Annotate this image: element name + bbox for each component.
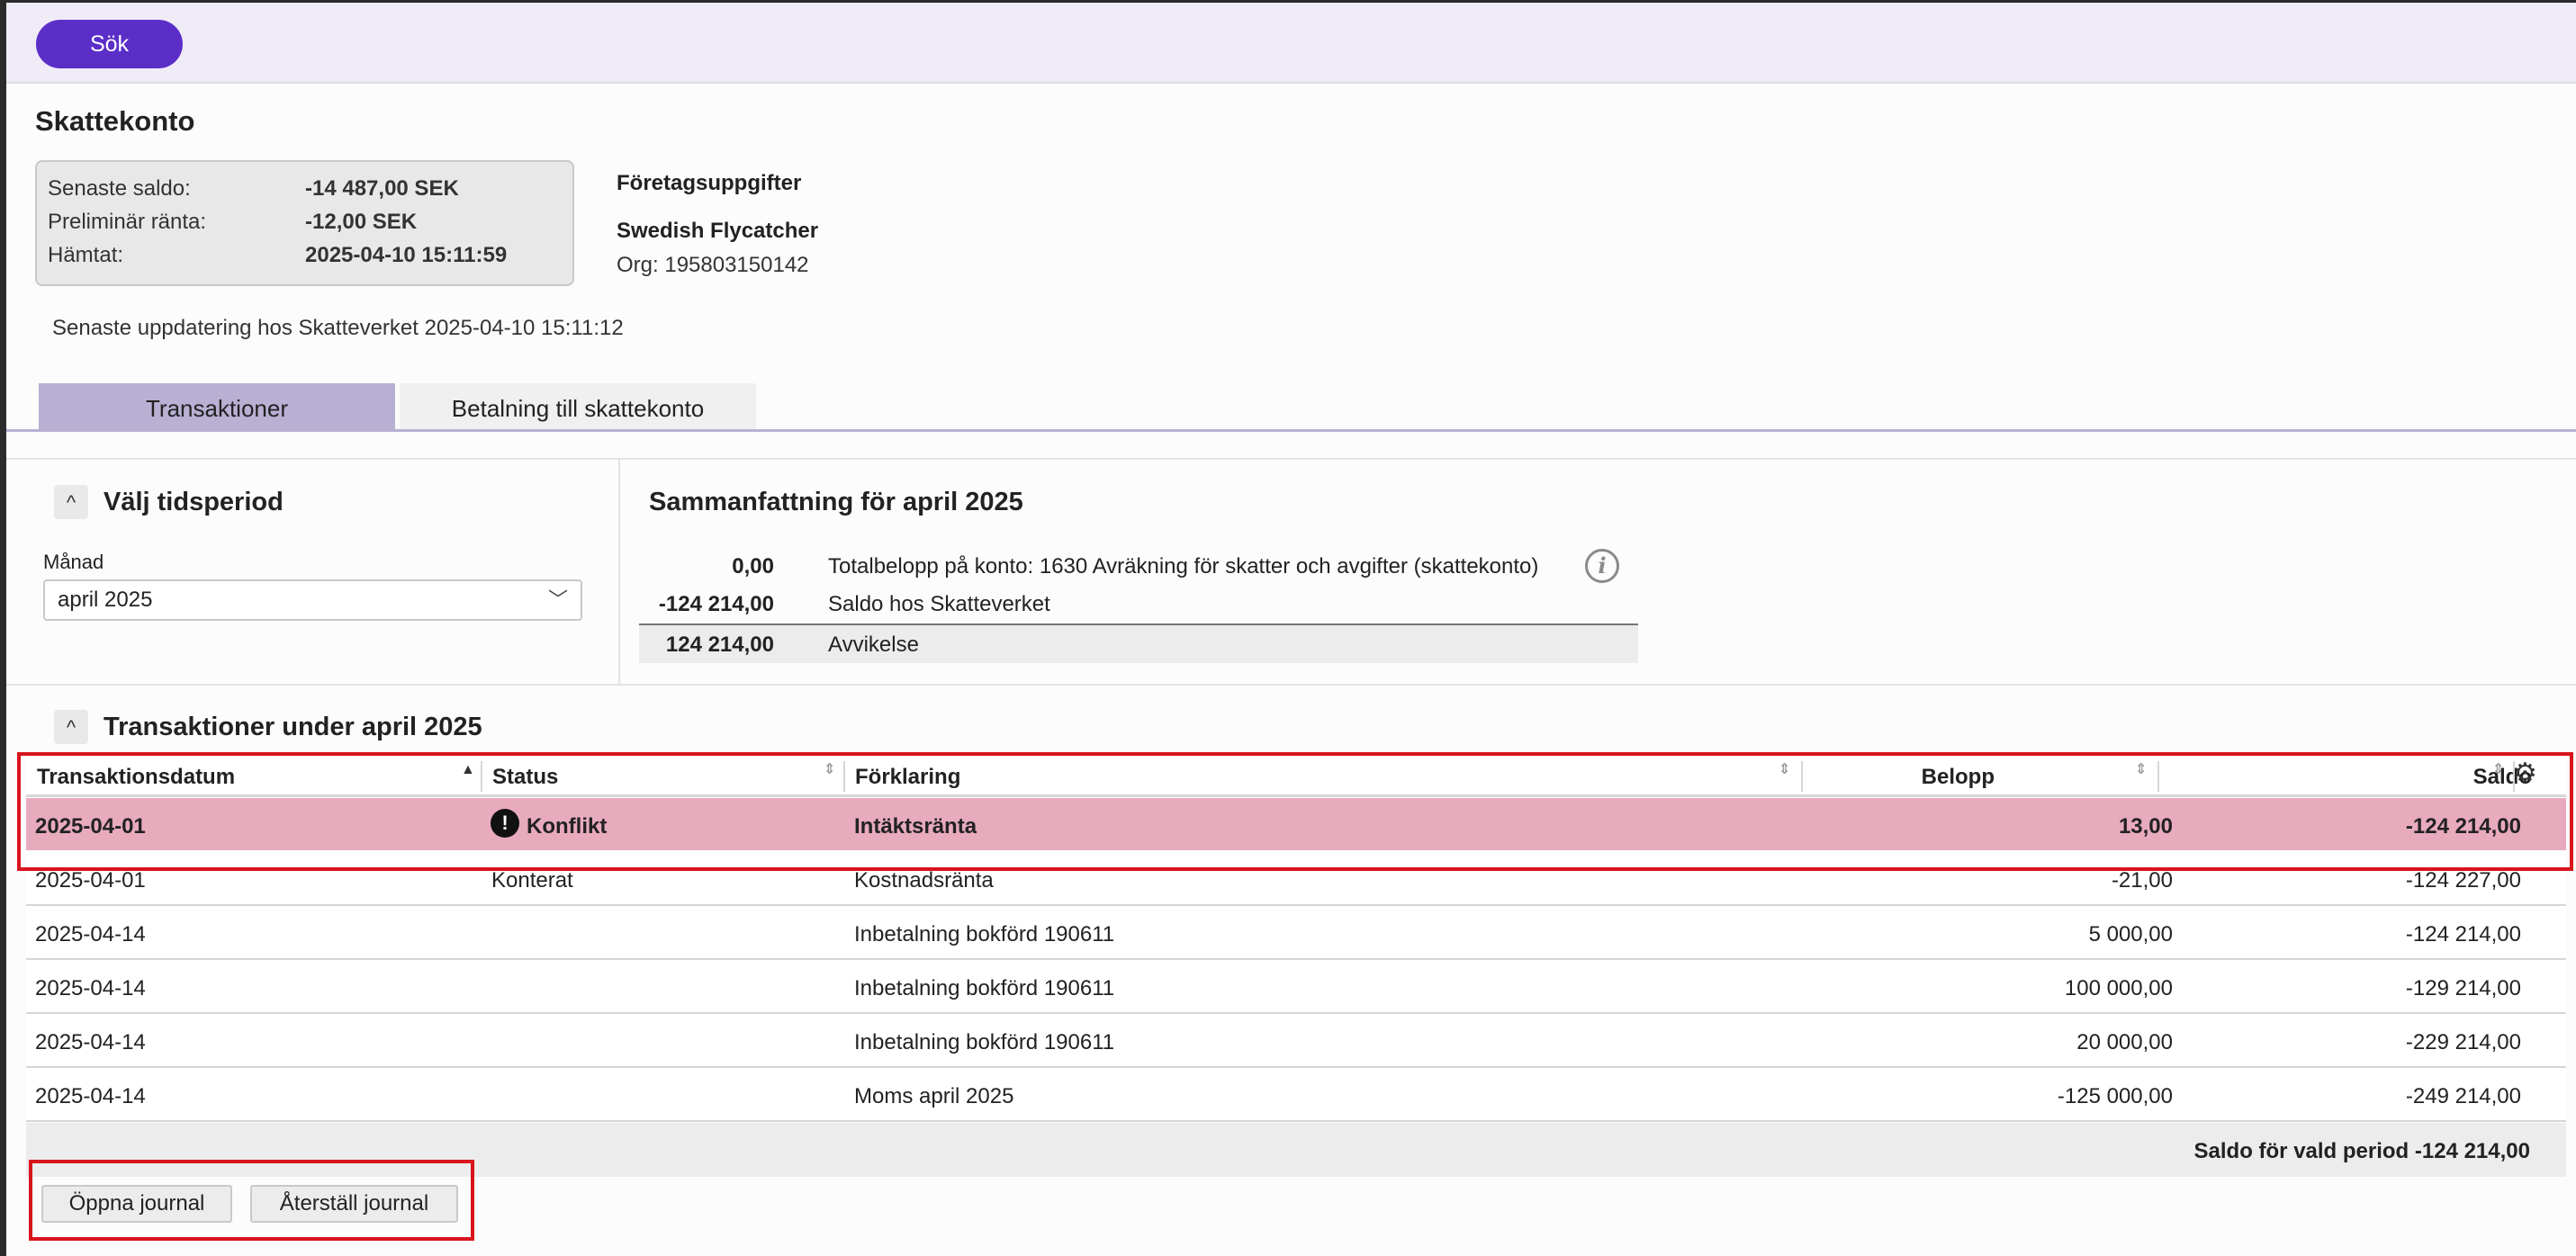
cell-date: 2025-04-14 [35, 1084, 146, 1108]
preliminary-interest-label: Preliminär ränta: [48, 210, 207, 234]
fetched-value: 2025-04-10 15:11:59 [305, 243, 508, 267]
fetched-label: Hämtat: [48, 243, 124, 267]
transactions-title: Transaktioner under april 2025 [104, 713, 482, 741]
cell-date: 2025-04-14 [35, 922, 146, 946]
summary-text: Totalbelopp på konto: 1630 Avräkning för… [828, 554, 1539, 579]
latest-balance-value: -14 487,00 SEK [305, 176, 459, 201]
table-row[interactable]: 2025-04-14 Inbetalning bokförd 190611 5 … [26, 906, 2566, 960]
cell-explanation: Kostnadsränta [854, 868, 994, 893]
tab-underline [6, 429, 2576, 432]
cell-explanation: Inbetalning bokförd 190611 [854, 976, 1115, 1000]
month-value: april 2025 [58, 588, 153, 612]
summary-amount: 0,00 [732, 554, 774, 579]
tab-payment[interactable]: Betalning till skattekonto [400, 383, 756, 430]
column-divider [618, 458, 620, 684]
table-row[interactable]: 2025-04-14 Moms april 2025 -125 000,00 -… [26, 1068, 2566, 1122]
cell-date: 2025-04-14 [35, 976, 146, 1000]
summary-text: Avvikelse [828, 632, 919, 657]
table-row[interactable]: 2025-04-14 Inbetalning bokförd 190611 20… [26, 1014, 2566, 1068]
cell-date: 2025-04-01 [35, 868, 146, 893]
month-label: Månad [43, 551, 104, 573]
window-left-edge [0, 0, 6, 1256]
latest-balance-label: Senaste saldo: [48, 176, 191, 201]
preliminary-interest-value: -12,00 SEK [305, 210, 418, 234]
collapse-transactions-button[interactable]: ^ [54, 710, 88, 744]
section-divider [6, 684, 2576, 686]
period-balance-text: Saldo för vald period -124 214,00 [2193, 1139, 2530, 1163]
summary-text: Saldo hos Skatteverket [828, 592, 1050, 616]
period-title: Välj tidsperiod [104, 488, 284, 516]
summary-row-total: 0,00 Totalbelopp på konto: 1630 Avräknin… [639, 547, 1638, 587]
tab-transactions[interactable]: Transaktioner [39, 383, 395, 430]
cell-date: 2025-04-14 [35, 1030, 146, 1054]
summary-amount: -124 214,00 [658, 592, 774, 616]
section-divider [6, 458, 2576, 460]
account-summary-box: Senaste saldo: -14 487,00 SEK Preliminär… [35, 160, 574, 286]
cell-balance: -249 214,00 [2405, 1084, 2521, 1108]
month-select[interactable]: april 2025 ﹀ [43, 579, 582, 621]
cell-amount: 5 000,00 [2088, 922, 2173, 946]
cell-amount: -21,00 [2111, 868, 2173, 893]
chevron-down-icon: ﹀ [547, 588, 568, 611]
cell-amount: -125 000,00 [2057, 1084, 2173, 1108]
last-update-text: Senaste uppdatering hos Skatteverket 202… [52, 316, 624, 340]
top-bar: Sök [6, 3, 2576, 84]
info-icon[interactable]: i [1585, 549, 1619, 583]
chevron-up-icon: ^ [66, 716, 77, 739]
summary-row-deviation: 124 214,00 Avvikelse [639, 624, 1638, 663]
highlight-box [29, 1160, 474, 1241]
cell-explanation: Inbetalning bokförd 190611 [854, 1030, 1115, 1054]
company-heading: Företagsuppgifter [617, 171, 802, 195]
cell-amount: 100 000,00 [2064, 976, 2173, 1000]
table-row[interactable]: 2025-04-14 Inbetalning bokförd 190611 10… [26, 960, 2566, 1014]
collapse-period-button[interactable]: ^ [54, 485, 88, 519]
cell-balance: -229 214,00 [2405, 1030, 2521, 1054]
cell-balance: -129 214,00 [2405, 976, 2521, 1000]
summary-row-balance: -124 214,00 Saldo hos Skatteverket [639, 585, 1638, 624]
highlight-box [17, 752, 2573, 871]
summary-amount: 124 214,00 [665, 632, 774, 657]
search-button[interactable]: Sök [36, 20, 183, 68]
cell-explanation: Inbetalning bokförd 190611 [854, 922, 1115, 946]
company-name: Swedish Flycatcher [617, 219, 819, 243]
page-title: Skattekonto [35, 105, 195, 137]
company-org: Org: 195803150142 [617, 253, 809, 277]
cell-status: Konterat [491, 868, 573, 893]
cell-balance: -124 214,00 [2405, 922, 2521, 946]
summary-title: Sammanfattning för april 2025 [649, 488, 1023, 516]
cell-balance: -124 227,00 [2405, 868, 2521, 893]
chevron-up-icon: ^ [66, 491, 77, 514]
cell-explanation: Moms april 2025 [854, 1084, 1014, 1108]
cell-amount: 20 000,00 [2076, 1030, 2173, 1054]
